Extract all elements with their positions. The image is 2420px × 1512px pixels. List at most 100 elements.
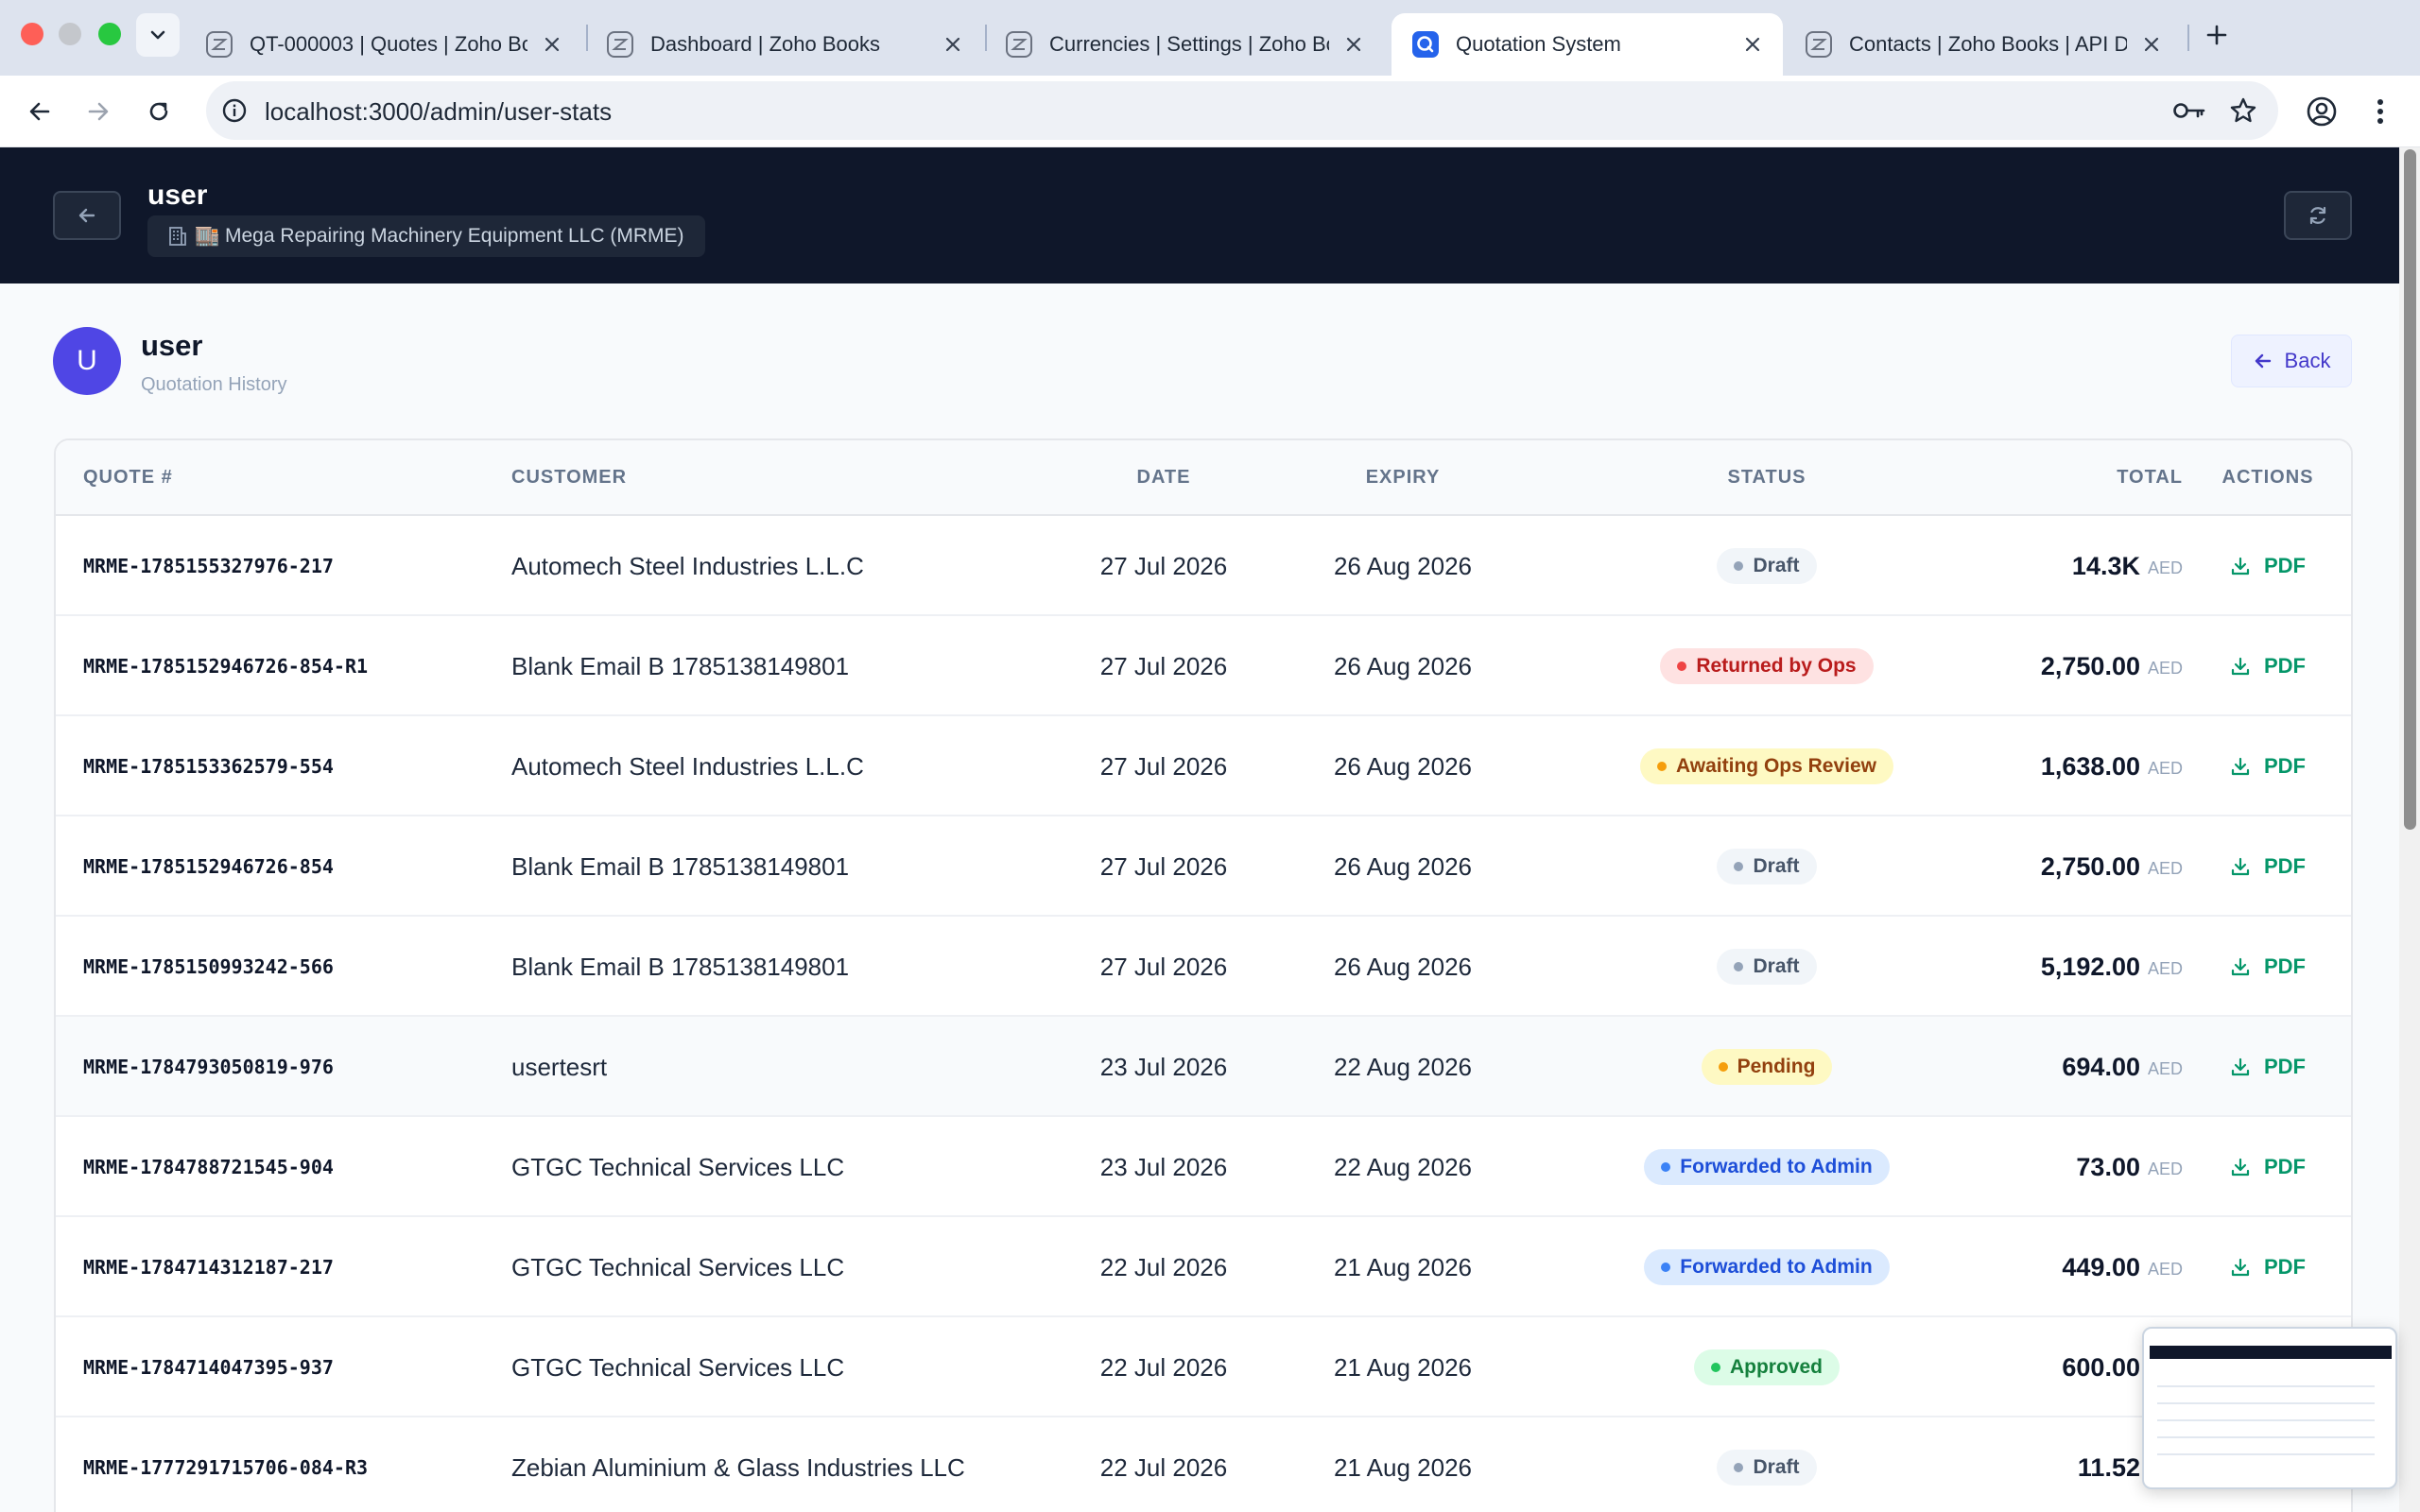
tab-search-button[interactable] (136, 13, 180, 57)
browser-back-button[interactable] (21, 93, 59, 130)
column-header-actions: ACTIONS (2221, 467, 2314, 488)
download-pdf-button[interactable]: PDF (2230, 1055, 2306, 1079)
quote-number[interactable]: MRME-1784793050819-976 (83, 1017, 334, 1117)
window-minimize-button[interactable] (59, 23, 81, 45)
download-pdf-button[interactable]: PDF (2230, 1255, 2306, 1280)
tab-title: Currencies | Settings | Zoho Books (1049, 32, 1329, 56)
close-tab-icon[interactable] (2138, 31, 2165, 58)
total-cell: 73.00 AED (1909, 1117, 2183, 1217)
table-row[interactable]: MRME-1784714047395-937 GTGC Technical Ser… (56, 1317, 2351, 1418)
app-header: user 🏬 Mega Repairing Machinery Equipmen… (0, 147, 2399, 284)
profile-button[interactable] (2301, 91, 2342, 132)
customer-name: Automech Steel Industries L.L.C (511, 751, 864, 781)
total-amount: 1,638.00 (2040, 751, 2140, 781)
preview-row (2157, 1419, 2375, 1421)
download-icon (2230, 555, 2253, 577)
quote-number[interactable]: MRME-1785155327976-217 (83, 516, 334, 616)
quote-number[interactable]: MRME-1785153362579-554 (83, 716, 334, 816)
browser-tab-quotes[interactable]: QT-000003 | Quotes | Zoho Books (185, 13, 582, 76)
window-close-button[interactable] (21, 23, 43, 45)
quote-date: 22 Jul 2026 (1099, 1252, 1228, 1281)
address-bar[interactable]: localhost:3000/admin/user-stats (206, 81, 2278, 140)
download-pdf-button[interactable]: PDF (2230, 954, 2306, 979)
customer-name: Zebian Aluminium & Glass Industries LLC (511, 1452, 965, 1482)
building-icon (166, 224, 191, 249)
browser-tab-bar: QT-000003 | Quotes | Zoho Books Dashboar… (0, 0, 2420, 76)
quote-number[interactable]: MRME-1784714047395-937 (83, 1317, 334, 1418)
close-tab-icon[interactable] (1739, 31, 1766, 58)
download-pdf-button[interactable]: PDF (2230, 1155, 2306, 1179)
browser-forward-button[interactable] (79, 93, 117, 130)
password-key-icon[interactable] (2170, 94, 2208, 128)
site-info-icon[interactable] (216, 92, 253, 129)
reload-icon (149, 102, 168, 121)
table-row[interactable]: MRME-1777291715706-084-R3 Zebian Aluminiu… (56, 1418, 2351, 1512)
new-tab-button[interactable] (2199, 17, 2235, 53)
customer-name: GTGC Technical Services LLC (511, 1252, 845, 1281)
column-header-customer: CUSTOMER (511, 467, 628, 488)
refresh-button[interactable] (2284, 191, 2352, 240)
table-header: QUOTE # CUSTOMER DATE EXPIRY STATUS TOTA… (56, 440, 2351, 516)
browser-tab-currencies[interactable]: Currencies | Settings | Zoho Books (985, 13, 1384, 76)
download-pdf-button[interactable]: PDF (2230, 754, 2306, 779)
table-row[interactable]: MRME-1785153362579-554 Automech Steel Ind… (56, 716, 2351, 816)
window-zoom-button[interactable] (98, 23, 121, 45)
quote-expiry: 22 Aug 2026 (1333, 1052, 1473, 1081)
download-pdf-button[interactable]: PDF (2230, 854, 2306, 879)
close-tab-icon[interactable] (539, 31, 565, 58)
preview-row (2157, 1436, 2375, 1438)
quote-number[interactable]: MRME-1777291715706-084-R3 (83, 1418, 368, 1512)
arrow-left-icon (2253, 350, 2275, 372)
table-row[interactable]: MRME-1784788721545-904 GTGC Technical Ser… (56, 1117, 2351, 1217)
table-row[interactable]: MRME-1785150993242-566 Blank Email B 1785… (56, 917, 2351, 1017)
quote-number[interactable]: MRME-1784788721545-904 (83, 1117, 334, 1217)
url-text: localhost:3000/admin/user-stats (265, 97, 613, 126)
status-badge: Pending (1701, 1049, 1833, 1085)
actions-cell: PDF (2211, 516, 2325, 616)
page-scrollbar-thumb[interactable] (2404, 149, 2416, 830)
table-row[interactable]: MRME-1784793050819-976 usertesrt 23 Jul 20… (56, 1017, 2351, 1117)
header-title: user (147, 180, 208, 211)
download-pdf-button[interactable]: PDF (2230, 554, 2306, 578)
actions-cell: PDF (2211, 1217, 2325, 1317)
actions-cell: PDF (2211, 716, 2325, 816)
customer-name: Blank Email B 1785138149801 (511, 952, 850, 981)
quote-number[interactable]: MRME-1785152946726-854-R1 (83, 616, 368, 716)
table-row[interactable]: MRME-1785152946726-854-R1 Blank Email B 1… (56, 616, 2351, 716)
chevron-down-icon (150, 30, 165, 40)
close-tab-icon[interactable] (1340, 31, 1367, 58)
browser-tab-quotation-system[interactable]: Quotation System (1392, 13, 1783, 76)
status-dot-icon (1734, 962, 1744, 971)
download-pdf-button[interactable]: PDF (2230, 654, 2306, 679)
table-row[interactable]: MRME-1785155327976-217 Automech Steel Ind… (56, 516, 2351, 616)
quote-number[interactable]: MRME-1785150993242-566 (83, 917, 334, 1017)
close-tab-icon[interactable] (940, 31, 966, 58)
table-row[interactable]: MRME-1785152946726-854 Blank Email B 1785… (56, 816, 2351, 917)
actions-cell: PDF (2211, 616, 2325, 716)
browser-menu-button[interactable] (2363, 91, 2397, 132)
browser-tab-dashboard[interactable]: Dashboard | Zoho Books (586, 13, 983, 76)
back-button[interactable]: Back (2231, 335, 2352, 387)
actions-cell: PDF (2211, 917, 2325, 1017)
download-icon (2230, 855, 2253, 878)
browser-reload-button[interactable] (140, 93, 178, 130)
customer-name: GTGC Technical Services LLC (511, 1352, 845, 1382)
total-cell: 14.3K AED (1909, 516, 2183, 616)
quote-number[interactable]: MRME-1785152946726-854 (83, 816, 334, 917)
column-header-quote: QUOTE # (83, 467, 173, 488)
status-label: Draft (1753, 855, 1800, 877)
browser-tab-contacts[interactable]: Contacts | Zoho Books | API Docs (1785, 13, 2182, 76)
status-dot-icon (1677, 662, 1687, 671)
preview-row (2157, 1385, 2375, 1387)
window-preview-thumbnail[interactable] (2142, 1327, 2397, 1489)
table-row[interactable]: MRME-1784714312187-217 GTGC Technical Ser… (56, 1217, 2351, 1317)
total-cell: 694.00 AED (1909, 1017, 2183, 1117)
bookmark-star-icon[interactable] (2225, 93, 2261, 129)
quote-number[interactable]: MRME-1784714312187-217 (83, 1217, 334, 1317)
avatar: U (53, 327, 121, 395)
header-back-button[interactable] (53, 191, 121, 240)
pdf-label: PDF (2264, 1255, 2306, 1279)
zoho-books-favicon-icon (605, 29, 635, 60)
tab-title: QT-000003 | Quotes | Zoho Books (250, 32, 527, 56)
quote-date: 23 Jul 2026 (1099, 1052, 1228, 1081)
